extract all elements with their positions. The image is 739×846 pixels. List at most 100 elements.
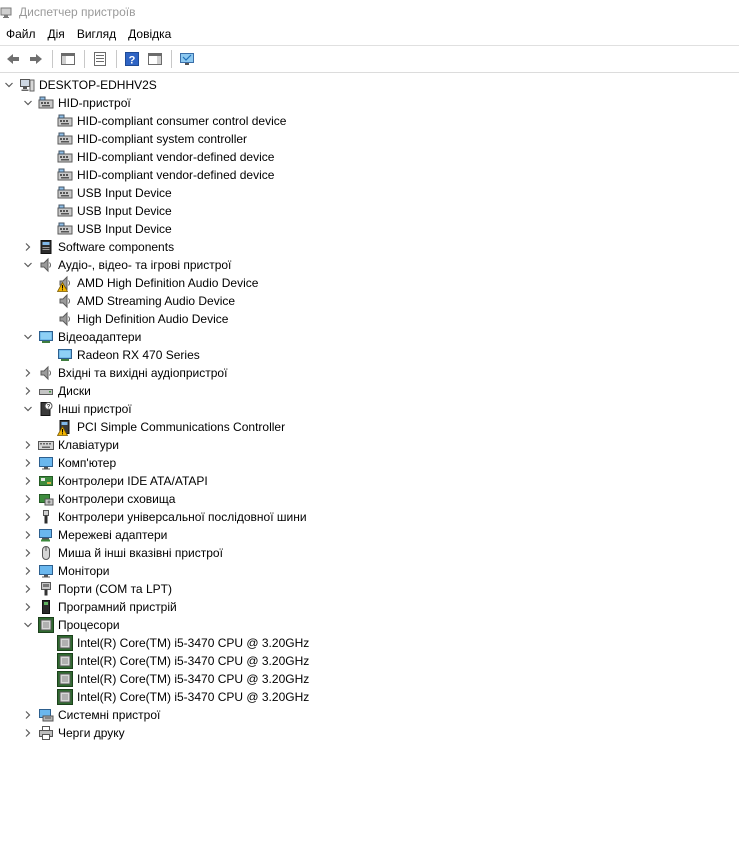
tree-item[interactable]: HID-пристрої <box>22 94 131 112</box>
tree-item[interactable]: Черги друку <box>22 724 125 742</box>
tree-item-label: Контролери універсальної послідовної шин… <box>58 510 307 524</box>
cpu-icon <box>57 635 73 651</box>
toolbar-separator <box>116 50 117 68</box>
cpu-icon <box>57 671 73 687</box>
expand-chevron-icon[interactable] <box>22 526 34 544</box>
expand-chevron-icon[interactable] <box>22 598 34 616</box>
show-hide-console-tree-button[interactable] <box>57 48 79 70</box>
monitor-icon <box>179 51 195 67</box>
tree-item[interactable]: Мережеві адаптери <box>22 526 167 544</box>
tree-item[interactable]: Системні пристрої <box>22 706 160 724</box>
tree-item[interactable]: High Definition Audio Device <box>41 310 228 328</box>
tree-item[interactable]: Intel(R) Core(TM) i5-3470 CPU @ 3.20GHz <box>41 652 309 670</box>
tree-item[interactable]: Комп'ютер <box>22 454 116 472</box>
collapse-chevron-icon[interactable] <box>22 616 34 634</box>
tree-item[interactable]: ? Інші пристрої <box>22 400 132 418</box>
tree-item[interactable]: Аудіо-, відео- та ігрові пристрої <box>22 256 231 274</box>
menu-view[interactable]: Вигляд <box>71 24 122 44</box>
monitor-scan-button[interactable] <box>176 48 198 70</box>
tree-item[interactable]: Порти (COM та LPT) <box>22 580 172 598</box>
device-manager-app-icon <box>0 5 14 19</box>
tree-item[interactable]: USB Input Device <box>41 184 172 202</box>
expand-chevron-icon[interactable] <box>22 490 34 508</box>
tree-item-label: HID-compliant system controller <box>77 132 248 146</box>
tree-item[interactable]: Контролери універсальної послідовної шин… <box>22 508 307 526</box>
expand-chevron-icon[interactable] <box>22 364 34 382</box>
tree-item[interactable]: Intel(R) Core(TM) i5-3470 CPU @ 3.20GHz <box>41 670 309 688</box>
tree-item[interactable]: HID-compliant consumer control device <box>41 112 286 130</box>
tree-item[interactable]: HID-compliant vendor-defined device <box>41 148 274 166</box>
console-tree-icon <box>60 51 76 67</box>
collapse-chevron-icon[interactable] <box>22 328 34 346</box>
tree-item[interactable]: HID-compliant vendor-defined device <box>41 166 274 184</box>
expand-chevron-icon[interactable] <box>22 580 34 598</box>
tree-item-label: Черги друку <box>58 726 125 740</box>
expand-chevron-icon[interactable] <box>22 508 34 526</box>
tree-item-label: Процесори <box>58 618 120 632</box>
tree-item[interactable]: Контролери сховища <box>22 490 175 508</box>
help-button[interactable]: ? <box>121 48 143 70</box>
hid-icon <box>57 185 73 201</box>
expand-chevron-icon[interactable] <box>22 454 34 472</box>
expand-chevron-icon[interactable] <box>22 544 34 562</box>
speaker-icon <box>38 257 54 273</box>
tree-item[interactable]: Програмний пристрій <box>22 598 177 616</box>
tree-item-label: Монітори <box>58 564 110 578</box>
tree-item-label: AMD High Definition Audio Device <box>77 276 259 290</box>
expand-chevron-icon[interactable] <box>22 382 34 400</box>
tree-item-label: Вхідні та вихідні аудіопристрої <box>58 366 228 380</box>
monitor-icon <box>38 563 54 579</box>
tree-item-label: HID-compliant vendor-defined device <box>77 150 275 164</box>
tree-item[interactable]: Вхідні та вихідні аудіопристрої <box>22 364 227 382</box>
tree-item-label: Контролери IDE ATA/ATAPI <box>58 474 208 488</box>
tree-item[interactable]: Intel(R) Core(TM) i5-3470 CPU @ 3.20GHz <box>41 688 309 706</box>
other-icon: ? <box>38 401 54 417</box>
back-button[interactable] <box>2 48 24 70</box>
tree-item-label: Інші пристрої <box>58 402 132 416</box>
action-pane-button[interactable] <box>144 48 166 70</box>
collapse-chevron-icon[interactable] <box>22 400 34 418</box>
tree-item[interactable]: Клавіатури <box>22 436 119 454</box>
tree-item[interactable]: Монітори <box>22 562 110 580</box>
tree-item[interactable]: Процесори <box>22 616 120 634</box>
tree-item[interactable]: Radeon RX 470 Series <box>41 346 200 364</box>
storage-icon <box>38 491 54 507</box>
tree-item[interactable]: PCI Simple Communications Controller <box>41 418 285 436</box>
expand-chevron-icon[interactable] <box>22 436 34 454</box>
expand-chevron-icon[interactable] <box>22 238 34 256</box>
tree-item[interactable]: AMD Streaming Audio Device <box>41 292 235 310</box>
tree-item[interactable]: DESKTOP-EDHHV2S <box>3 76 157 94</box>
tree-item[interactable]: Software components <box>22 238 174 256</box>
properties-button[interactable] <box>89 48 111 70</box>
hid-icon <box>57 203 73 219</box>
printer-icon <box>38 725 54 741</box>
tree-item[interactable]: HID-compliant system controller <box>41 130 247 148</box>
menu-action[interactable]: Дія <box>42 24 71 44</box>
tree-item[interactable]: Відеоадаптери <box>22 328 141 346</box>
tree-item[interactable]: USB Input Device <box>41 202 172 220</box>
expand-chevron-icon[interactable] <box>22 472 34 490</box>
menu-file[interactable]: Файл <box>0 24 42 44</box>
tree-item-label: Миша й інші вказівні пристрої <box>58 546 223 560</box>
tree-item[interactable]: USB Input Device <box>41 220 172 238</box>
tree-item[interactable]: Контролери IDE ATA/ATAPI <box>22 472 208 490</box>
expand-chevron-icon[interactable] <box>22 724 34 742</box>
expand-chevron-icon[interactable] <box>22 562 34 580</box>
collapse-chevron-icon[interactable] <box>22 256 34 274</box>
menu-help[interactable]: Довідка <box>122 24 177 44</box>
tree-item-label: HID-compliant vendor-defined device <box>77 168 275 182</box>
tree-item[interactable]: Intel(R) Core(TM) i5-3470 CPU @ 3.20GHz <box>41 634 309 652</box>
collapse-chevron-icon[interactable] <box>22 94 34 112</box>
expand-chevron-icon[interactable] <box>22 706 34 724</box>
tree-item-label: USB Input Device <box>77 186 172 200</box>
tree-item[interactable]: AMD High Definition Audio Device <box>41 274 258 292</box>
collapse-chevron-icon[interactable] <box>3 76 15 94</box>
tree-item[interactable]: Диски <box>22 382 91 400</box>
tree-item[interactable]: Миша й інші вказівні пристрої <box>22 544 223 562</box>
forward-button[interactable] <box>25 48 47 70</box>
